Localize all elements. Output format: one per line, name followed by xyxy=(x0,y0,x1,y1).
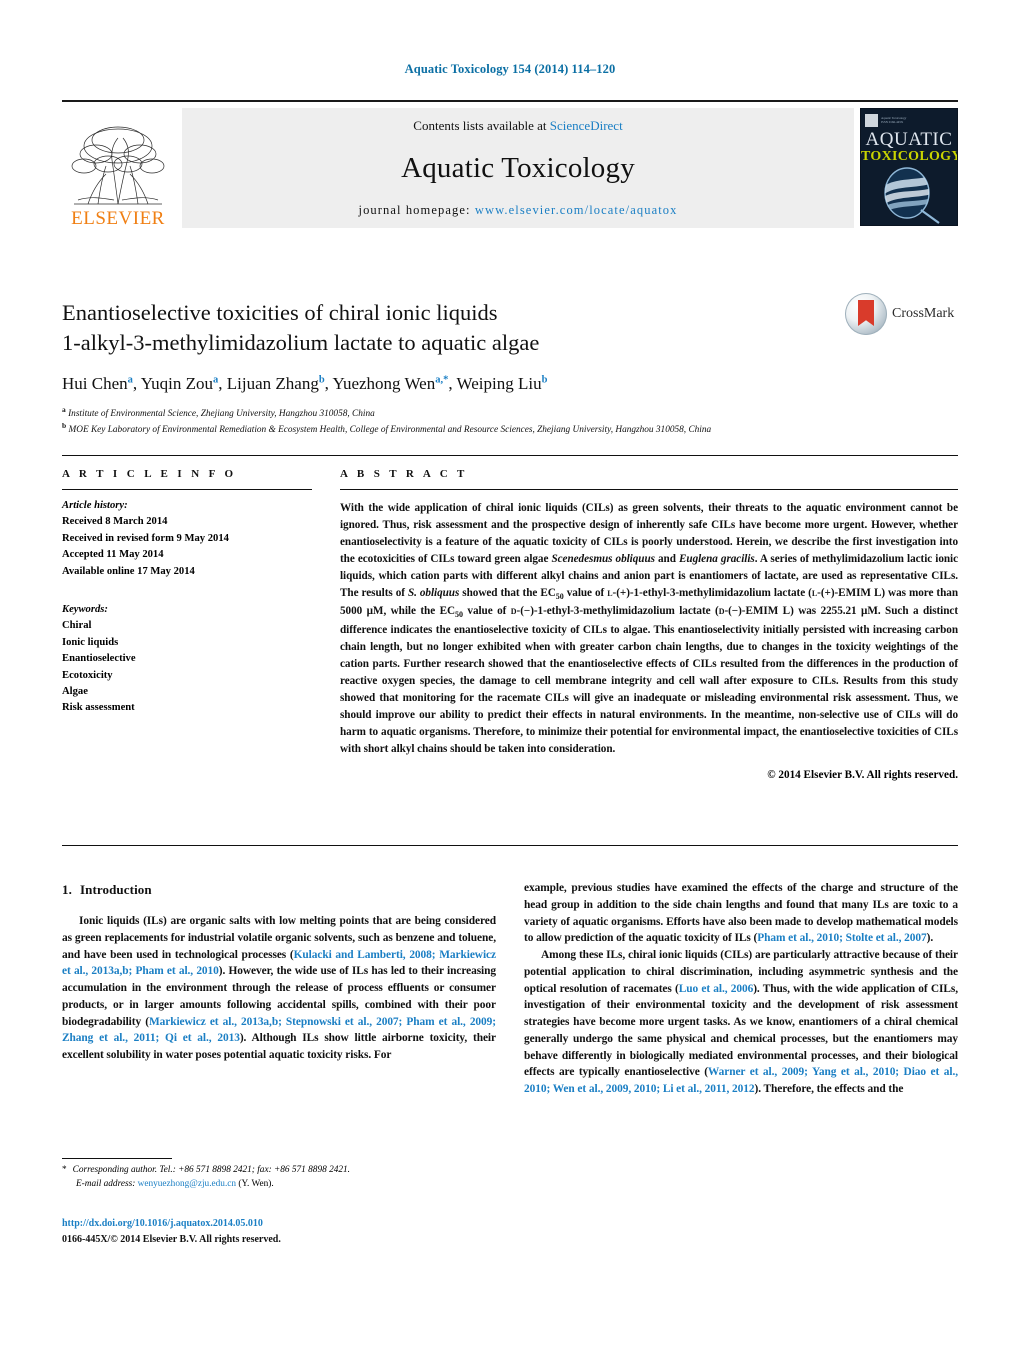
citation-link[interactable]: Markiewicz et al., 2013a,b; Stepnowski e… xyxy=(62,1016,496,1045)
email-suffix: (Y. Wen). xyxy=(238,1178,274,1189)
author-affiliation-marker: a xyxy=(127,374,133,386)
abstract-column: A B S T R A C T With the wide applicatio… xyxy=(340,468,958,781)
title-line-2: 1-alkyl-3-methylimidazolium lactate to a… xyxy=(62,329,540,355)
footnote-text: * Corresponding author. Tel.: +86 571 889… xyxy=(62,1164,496,1192)
author-affiliation-marker: a xyxy=(213,374,219,386)
article-history-item: Received 8 March 2014 xyxy=(62,516,168,528)
author-name: Weiping Liu xyxy=(456,374,542,394)
doi-link[interactable]: http://dx.doi.org/10.1016/j.aquatox.2014… xyxy=(62,1216,512,1232)
intro-paragraph-1-continued: example, previous studies have examined … xyxy=(524,882,958,945)
citation-link[interactable]: Kulacki and Lamberti, 2008; Markiewicz e… xyxy=(62,949,496,978)
corresponding-author-line: Corresponding author. Tel.: +86 571 8898… xyxy=(72,1165,350,1175)
crossmark-label: CrossMark xyxy=(892,306,955,321)
article-info-heading-rule xyxy=(62,489,312,490)
article-history-item: Available online 17 May 2014 xyxy=(62,565,195,577)
email-label: E-mail address: xyxy=(76,1178,136,1189)
keywords-block: Keywords: Chiral Ionic liquids Enantiosele… xyxy=(62,602,312,717)
elsevier-tree-icon xyxy=(71,126,165,205)
article-history-item: Accepted 11 May 2014 xyxy=(62,549,164,561)
masthead-top-rule xyxy=(62,100,958,102)
intro-paragraph-1: Ionic liquids (ILs) are organic salts wi… xyxy=(62,915,496,1062)
sciencedirect-link[interactable]: ScienceDirect xyxy=(550,118,623,133)
issn-copyright-line: 0166-445X/© 2014 Elsevier B.V. All right… xyxy=(62,1233,281,1245)
email-link[interactable]: wenyuezhong@zju.edu.cn xyxy=(138,1179,236,1189)
author-list: Hui Chena, Yuqin Zoua, Lijuan Zhangb, Yu… xyxy=(62,374,548,394)
homepage-url-link[interactable]: www.elsevier.com/locate/aquatox xyxy=(475,203,678,217)
introduction-number: 1. xyxy=(62,882,72,897)
abstract-text: With the wide application of chiral ioni… xyxy=(340,502,959,755)
affiliation-item: b MOE Key Laboratory of Environmental Re… xyxy=(62,420,712,435)
title-block: Enantioselective toxicities of chiral io… xyxy=(62,283,832,437)
running-head: Aquatic Toxicology 154 (2014) 114–120 xyxy=(404,62,616,76)
article-history-item: Received in revised form 9 May 2014 xyxy=(62,532,229,544)
footnote-rule xyxy=(62,1158,172,1159)
info-section-top-rule xyxy=(62,455,958,456)
citation-link[interactable]: Luo et al., 2006 xyxy=(679,983,754,995)
body-column-left: 1. Introduction Ionic liquids (ILs) are o… xyxy=(62,880,496,1064)
citation-link[interactable]: Pham et al., 2010; Stolte et al., 2007 xyxy=(757,932,926,944)
title-line-1: Enantioselective toxicities of chiral io… xyxy=(62,300,498,326)
body-top-rule xyxy=(62,845,958,846)
abstract-heading-rule xyxy=(340,489,958,490)
author-name: Hui Chen xyxy=(62,374,128,394)
keywords-label: Keywords: xyxy=(62,604,108,616)
article-info-heading: A R T I C L E I N F O xyxy=(62,468,237,480)
doi-block: http://dx.doi.org/10.1016/j.aquatox.2014… xyxy=(62,1216,512,1247)
keyword-item: Ionic liquids xyxy=(62,636,119,648)
crossmark-badge[interactable]: CrossMark xyxy=(845,283,955,345)
keyword-item: Risk assessment xyxy=(62,702,135,714)
cover-masthead-text: Aquatic Toxicology ISSN 0166-445X xyxy=(881,116,907,124)
author-name: Yuqin Zou xyxy=(140,374,214,394)
article-page: Aquatic Toxicology 154 (2014) 114–120 EL… xyxy=(0,0,1020,1351)
abstract-heading: A B S T R A C T xyxy=(340,468,468,480)
body-column-right: example, previous studies have examined … xyxy=(524,880,958,1098)
introduction-label: Introduction xyxy=(79,882,152,897)
keyword-item: Enantioselective xyxy=(62,653,136,665)
cover-artwork-icon xyxy=(884,167,940,224)
keyword-item: Algae xyxy=(62,686,88,698)
cover-title-line1: AQUATIC xyxy=(865,129,953,150)
cover-title-line2: TOXICOLOGY xyxy=(861,149,958,164)
abstract-copyright: © 2014 Elsevier B.V. All rights reserved… xyxy=(767,768,958,781)
author-affiliation-marker: b xyxy=(541,374,548,386)
cover-header-strip: Aquatic Toxicology ISSN 0166-445X xyxy=(865,113,953,127)
corresponding-author-footnote: * Corresponding author. Tel.: +86 571 889… xyxy=(62,1158,496,1192)
author-name: Yuezhong Wen xyxy=(332,374,436,394)
section-heading-introduction: 1. Introduction xyxy=(62,880,496,899)
homepage-prefix: journal homepage: xyxy=(358,203,471,217)
journal-homepage-line: journal homepage: www.elsevier.com/locat… xyxy=(359,203,678,218)
footnote-star-marker: * xyxy=(62,1165,67,1175)
citation-link[interactable]: Warner et al., 2009; Yang et al., 2010; … xyxy=(524,1066,958,1095)
contents-prefix: Contents lists available at xyxy=(413,118,550,133)
masthead-center: Contents lists available at ScienceDirec… xyxy=(182,108,854,228)
elsevier-logo: ELSEVIER xyxy=(62,108,174,228)
affiliation-list: a Institute of Environmental Science, Zh… xyxy=(62,405,832,438)
cover-elsevier-mark-icon xyxy=(865,113,878,127)
affiliation-item: a Institute of Environmental Science, Zh… xyxy=(62,404,375,419)
journal-cover-thumbnail: Aquatic Toxicology ISSN 0166-445X AQUATI… xyxy=(860,108,958,226)
author-affiliation-marker: b xyxy=(318,374,325,386)
article-info-column: A R T I C L E I N F O Article history: R… xyxy=(62,468,312,717)
keyword-item: Chiral xyxy=(62,620,92,632)
journal-title: Aquatic Toxicology xyxy=(401,152,635,184)
journal-masthead: ELSEVIER Contents lists available at Sci… xyxy=(62,100,958,228)
article-history-label: Article history: xyxy=(62,500,128,511)
keyword-item: Ecotoxicity xyxy=(62,669,113,681)
author-name: Lijuan Zhang xyxy=(226,374,319,394)
elsevier-wordmark: ELSEVIER xyxy=(71,208,165,229)
article-history: Article history: Received 8 March 2014 Re… xyxy=(62,498,312,580)
contents-available-line: Contents lists available at ScienceDirec… xyxy=(413,118,622,134)
intro-paragraph-2: Among these ILs, chiral ionic liquids (C… xyxy=(524,949,958,1096)
page-title: Enantioselective toxicities of chiral io… xyxy=(62,298,832,357)
crossmark-icon xyxy=(845,293,887,335)
author-affiliation-marker: a,* xyxy=(435,374,449,386)
